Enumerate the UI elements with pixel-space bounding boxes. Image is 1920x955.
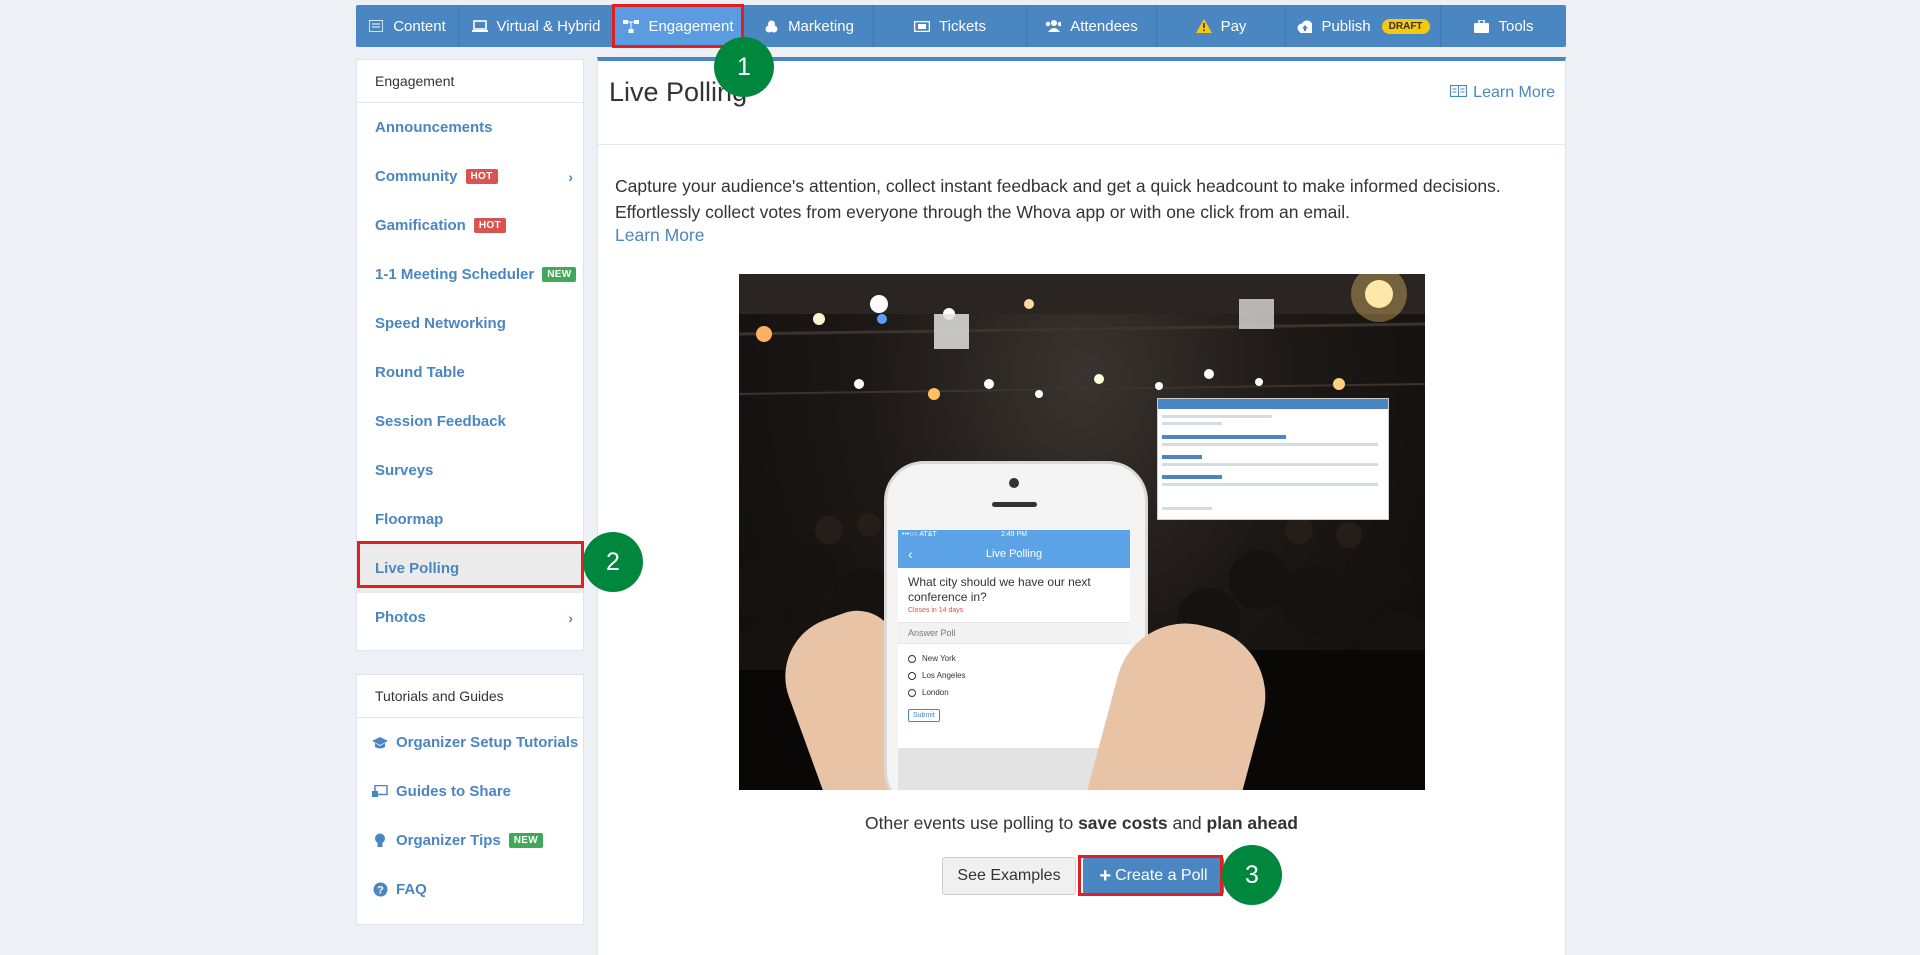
sidebar-item-announcements[interactable]: Announcements bbox=[357, 103, 583, 152]
phone-answer-label: Answer Poll bbox=[898, 622, 1130, 644]
nav-marketing[interactable]: Marketing bbox=[744, 5, 874, 47]
cloud-upload-icon bbox=[1296, 19, 1313, 33]
nav-content[interactable]: Content bbox=[356, 5, 459, 47]
hot-badge: HOT bbox=[473, 218, 506, 233]
learn-more-top-link[interactable]: Learn More bbox=[1450, 84, 1555, 102]
learn-more-link[interactable]: Learn More bbox=[615, 225, 705, 246]
radio-icon bbox=[908, 654, 916, 663]
sidebar-heading: Engagement bbox=[357, 60, 583, 103]
back-icon: ‹ bbox=[908, 546, 913, 562]
new-badge: NEW bbox=[542, 267, 577, 282]
guide-item-organizer-tips[interactable]: Organizer Tips NEW bbox=[357, 816, 583, 865]
guide-item-setup-tutorials[interactable]: Organizer Setup Tutorials bbox=[357, 718, 583, 767]
phone-screen: •••○○ AT&T 2:49 PM ‹ Live Polling What cit… bbox=[898, 530, 1130, 790]
guide-item-guides-to-share[interactable]: Guides to Share bbox=[357, 767, 583, 816]
phone-question: What city should we have our next confer… bbox=[908, 575, 1091, 604]
users-icon bbox=[1045, 19, 1062, 33]
briefcase-icon bbox=[1473, 19, 1489, 33]
other-events-text: Other events use polling to save costs a… bbox=[865, 813, 1298, 833]
sidebar-item-meeting-scheduler[interactable]: 1-1 Meeting Scheduler NEW bbox=[357, 250, 583, 299]
sidebar-item-round-table[interactable]: Round Table bbox=[357, 348, 583, 397]
question-circle-icon: ? bbox=[372, 882, 388, 897]
nav-attendees[interactable]: Attendees bbox=[1027, 5, 1157, 47]
nav-tools[interactable]: Tools bbox=[1441, 5, 1566, 47]
step-marker-2: 2 bbox=[583, 532, 643, 592]
sidebar-item-session-feedback[interactable]: Session Feedback bbox=[357, 397, 583, 446]
description: Capture your audience's attention, colle… bbox=[615, 176, 1501, 222]
step-marker-1: 1 bbox=[714, 37, 774, 97]
radio-icon bbox=[908, 671, 916, 680]
phone-submit: Submit bbox=[908, 709, 940, 722]
ticket-icon bbox=[914, 19, 931, 33]
laptop-icon bbox=[471, 19, 488, 33]
nav-publish[interactable]: Publish DRAFT bbox=[1286, 5, 1441, 47]
share-screen-icon bbox=[372, 785, 388, 798]
chevron-right-icon: › bbox=[568, 168, 573, 185]
sidebar-item-surveys[interactable]: Surveys bbox=[357, 446, 583, 495]
phone-option: New York bbox=[898, 650, 1130, 667]
chevron-right-icon: › bbox=[568, 609, 573, 626]
phone-option: Los Angeles bbox=[898, 667, 1130, 684]
top-nav: Content Virtual & Hybrid Engagement Mark… bbox=[356, 5, 1566, 47]
new-badge: NEW bbox=[508, 833, 543, 848]
phone-option: London bbox=[898, 684, 1130, 701]
nav-virtual-hybrid[interactable]: Virtual & Hybrid bbox=[459, 5, 614, 47]
lightbulb-icon bbox=[372, 833, 388, 848]
engagement-sidebar: Engagement Announcements Community HOT › G… bbox=[356, 59, 584, 651]
sidebar-item-gamification[interactable]: Gamification HOT bbox=[357, 201, 583, 250]
nav-tickets[interactable]: Tickets bbox=[874, 5, 1027, 47]
warning-icon bbox=[1195, 19, 1212, 33]
guide-item-faq[interactable]: ? FAQ bbox=[357, 865, 583, 914]
nav-engagement[interactable]: Engagement bbox=[614, 5, 744, 47]
sidebar-item-photos[interactable]: Photos › bbox=[357, 593, 583, 642]
tutorials-heading: Tutorials and Guides bbox=[357, 675, 583, 718]
see-examples-button[interactable]: See Examples bbox=[942, 857, 1076, 895]
graduation-cap-icon bbox=[372, 736, 388, 749]
phone-header: ‹ Live Polling bbox=[898, 540, 1130, 568]
sidebar-item-community[interactable]: Community HOT › bbox=[357, 152, 583, 201]
draft-badge: DRAFT bbox=[1381, 18, 1430, 34]
sitemap-icon bbox=[623, 19, 640, 33]
nav-pay[interactable]: Pay bbox=[1157, 5, 1286, 47]
phone-status-bar: •••○○ AT&T 2:49 PM bbox=[898, 530, 1130, 540]
hot-badge: HOT bbox=[465, 169, 498, 184]
sidebar-item-live-polling[interactable]: Live Polling bbox=[357, 544, 583, 593]
sidebar-item-speed-networking[interactable]: Speed Networking bbox=[357, 299, 583, 348]
tutorials-panel: Tutorials and Guides Organizer Setup Tut… bbox=[356, 674, 584, 925]
step-marker-3: 3 bbox=[1222, 845, 1282, 905]
sidebar-item-floormap[interactable]: Floormap bbox=[357, 495, 583, 544]
phone-speaker bbox=[992, 502, 1037, 507]
create-poll-button[interactable]: + Create a Poll bbox=[1083, 857, 1224, 895]
svg-text:?: ? bbox=[377, 885, 384, 897]
phone-camera bbox=[1009, 478, 1019, 488]
bullhorn-icon bbox=[763, 19, 779, 33]
header-divider bbox=[598, 144, 1565, 145]
live-polling-hero-image: •••○○ AT&T 2:49 PM ‹ Live Polling What cit… bbox=[739, 274, 1425, 790]
phone-closes: Closes in 14 days bbox=[908, 607, 964, 614]
list-icon bbox=[368, 19, 384, 33]
book-icon bbox=[1450, 84, 1468, 102]
main-content: Live Polling Learn More Capture your aud… bbox=[597, 57, 1566, 955]
results-screen bbox=[1157, 398, 1389, 520]
plus-icon: + bbox=[1099, 864, 1112, 887]
radio-icon bbox=[908, 688, 916, 697]
